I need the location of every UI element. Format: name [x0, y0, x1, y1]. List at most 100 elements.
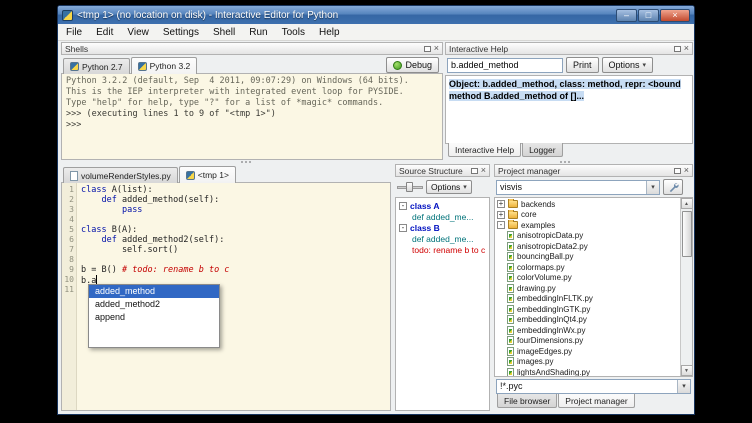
project-tree-item[interactable]: lightsAndShading.py	[495, 367, 680, 376]
python-file-icon	[507, 347, 514, 356]
menu-item-shell[interactable]: Shell	[206, 25, 242, 40]
help-text: Object: b.added_method, class: method, r…	[449, 79, 681, 101]
project-tree-item[interactable]: embeddingInGTK.py	[495, 304, 680, 315]
zoom-slider[interactable]	[397, 181, 423, 193]
project-tree-item[interactable]: +core	[495, 210, 680, 221]
help-query-input[interactable]	[447, 58, 563, 73]
tab-interactive-help[interactable]: Interactive Help	[448, 143, 521, 157]
help-options-button[interactable]: Options ▾	[602, 57, 654, 73]
tab-label: Python 2.7	[82, 62, 123, 72]
project-tree-item[interactable]: anisotropicData.py	[495, 231, 680, 242]
title-bar[interactable]: <tmp 1> (no location on disk) - Interact…	[58, 6, 694, 24]
expander-icon[interactable]: +	[497, 211, 505, 219]
scroll-down-icon[interactable]: ▼	[681, 365, 693, 376]
close-panel-icon[interactable]: ×	[684, 166, 689, 175]
source-structure-panel: Source Structure × Options ▾ -class Adef…	[395, 164, 490, 411]
python-file-icon	[186, 171, 195, 180]
project-tree-item[interactable]: images.py	[495, 357, 680, 368]
pm-bottom-tabs: File browserProject manager	[494, 395, 693, 411]
help-content[interactable]: Object: b.added_method, class: method, r…	[445, 75, 693, 144]
project-tree-list: +backends+core-examplesanisotropicData.p…	[495, 199, 680, 376]
source-item-label: class B	[410, 223, 440, 233]
project-tree-item[interactable]: colormaps.py	[495, 262, 680, 273]
project-tree-item[interactable]: fourDimensions.py	[495, 336, 680, 347]
python-icon	[138, 62, 147, 71]
expander-icon[interactable]: -	[497, 221, 505, 229]
tab-file-browser[interactable]: File browser	[497, 394, 557, 408]
completion-item[interactable]: added_method2	[89, 298, 219, 311]
shell-tab[interactable]: Python 2.7	[63, 58, 130, 74]
source-tree-item[interactable]: -class A	[396, 200, 489, 211]
project-tree: +backends+core-examplesanisotropicData.p…	[494, 197, 693, 377]
source-tree-item[interactable]: def added_me...	[396, 233, 489, 244]
menu-item-view[interactable]: View	[120, 25, 156, 40]
source-options-button[interactable]: Options ▾	[426, 180, 472, 194]
menu-bar: FileEditViewSettingsShellRunToolsHelp	[58, 24, 694, 41]
file-icon	[70, 171, 78, 181]
project-tree-item[interactable]: embeddingInQt4.py	[495, 315, 680, 326]
minimize-button[interactable]: –	[616, 9, 637, 22]
project-tree-item[interactable]: colorVolume.py	[495, 273, 680, 284]
project-config-button[interactable]	[663, 179, 683, 195]
source-tree[interactable]: -class Adef added_me...-class Bdef added…	[395, 197, 490, 411]
project-tree-item[interactable]: embeddingInFLTK.py	[495, 294, 680, 305]
menu-item-file[interactable]: File	[59, 25, 89, 40]
expander-icon[interactable]: +	[497, 200, 505, 208]
scrollbar-thumb[interactable]	[682, 211, 692, 257]
dropdown-glyph: ▾	[651, 183, 655, 191]
dock-panel-icon[interactable]	[471, 168, 478, 174]
file-filter-select[interactable]: !*.pyc ▾	[496, 379, 691, 394]
project-tree-item[interactable]: +backends	[495, 199, 680, 210]
splitter-handle[interactable]	[241, 160, 251, 164]
close-panel-icon[interactable]: ×	[434, 44, 439, 53]
shell-output[interactable]: Python 3.2.2 (default, Sep 4 2011, 09:07…	[61, 73, 443, 160]
panel-title: Project manager	[498, 166, 560, 176]
menu-item-settings[interactable]: Settings	[156, 25, 206, 40]
project-tree-item[interactable]: bouncingBall.py	[495, 252, 680, 263]
completion-item[interactable]: added_method	[89, 285, 219, 298]
close-button[interactable]: ×	[660, 9, 690, 22]
menu-item-edit[interactable]: Edit	[89, 25, 120, 40]
project-select-value: visvis	[497, 182, 646, 192]
tab-logger[interactable]: Logger	[522, 143, 562, 157]
expander-icon[interactable]: -	[399, 224, 407, 232]
panel-title: Shells	[65, 44, 88, 54]
project-tree-item[interactable]: imageEdges.py	[495, 346, 680, 357]
project-tree-item[interactable]: embeddingInWx.py	[495, 325, 680, 336]
source-tree-item[interactable]: -class B	[396, 222, 489, 233]
project-tree-item[interactable]: drawing.py	[495, 283, 680, 294]
project-tree-item[interactable]: -examples	[495, 220, 680, 231]
scroll-up-icon[interactable]: ▲	[681, 198, 693, 209]
editor-tab[interactable]: <tmp 1>	[179, 166, 236, 183]
completion-item[interactable]: append	[89, 311, 219, 324]
debug-button[interactable]: Debug	[386, 57, 439, 73]
close-panel-icon[interactable]: ×	[684, 44, 689, 53]
python-file-icon	[507, 242, 514, 251]
slider-thumb[interactable]	[406, 182, 413, 192]
menu-item-help[interactable]: Help	[312, 25, 347, 40]
shell-tab[interactable]: Python 3.2	[131, 57, 198, 74]
folder-icon	[508, 211, 518, 219]
python-file-icon	[507, 231, 514, 240]
line-number: 11	[62, 285, 74, 295]
dock-panel-icon[interactable]	[424, 46, 431, 52]
tab-project-manager[interactable]: Project manager	[558, 394, 634, 408]
menu-item-run[interactable]: Run	[242, 25, 274, 40]
project-tree-scrollbar[interactable]: ▲ ▼	[680, 198, 692, 376]
close-panel-icon[interactable]: ×	[481, 166, 486, 175]
source-tree-item[interactable]: todo: rename b to c	[396, 244, 489, 255]
source-tree-item[interactable]: def added_me...	[396, 211, 489, 222]
print-button[interactable]: Print	[566, 57, 599, 73]
expander-icon[interactable]: -	[399, 202, 407, 210]
menu-item-tools[interactable]: Tools	[275, 25, 312, 40]
dock-panel-icon[interactable]	[674, 168, 681, 174]
project-select[interactable]: visvis ▾	[496, 180, 660, 195]
splitter-handle[interactable]	[560, 160, 570, 164]
project-tree-item[interactable]: anisotropicData2.py	[495, 241, 680, 252]
maximize-button[interactable]: □	[638, 9, 659, 22]
chevron-down-icon[interactable]: ▾	[677, 380, 690, 393]
editor-tab[interactable]: volumeRenderStyles.py	[63, 167, 178, 183]
chevron-down-icon[interactable]: ▾	[646, 181, 659, 194]
dock-panel-icon[interactable]	[674, 46, 681, 52]
chevron-down-icon: ▾	[463, 183, 467, 191]
